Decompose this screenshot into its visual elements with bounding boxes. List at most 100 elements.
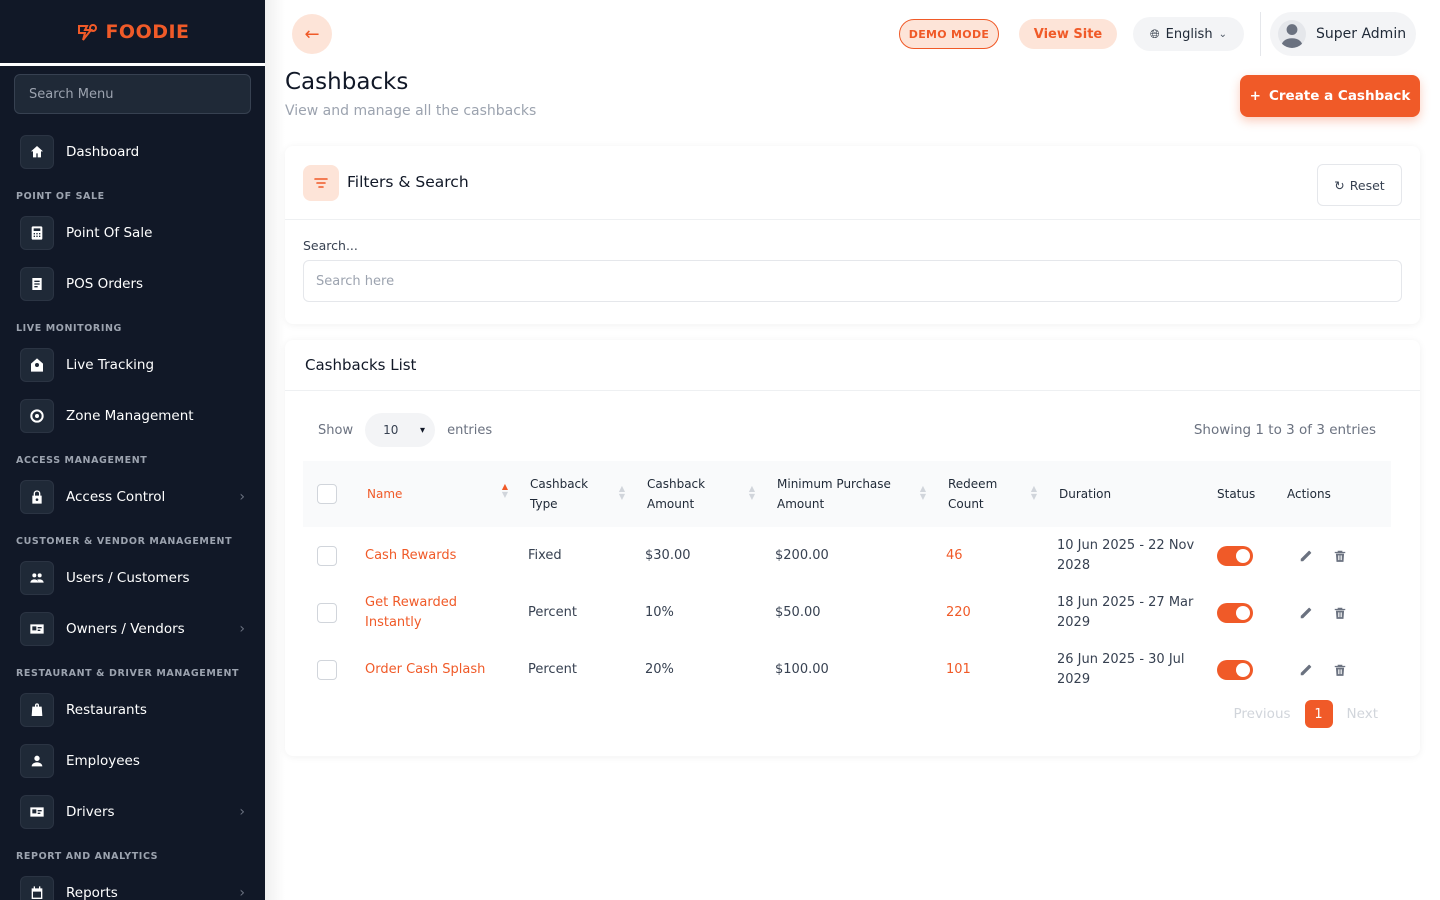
- sidebar-item-label: Restaurants: [66, 701, 147, 718]
- edit-icon[interactable]: [1299, 663, 1313, 677]
- select-all-checkbox[interactable]: [317, 484, 337, 504]
- target-icon: [20, 398, 54, 433]
- pagination: Previous 1 Next: [1233, 700, 1378, 728]
- entries-label: entries: [447, 422, 493, 438]
- create-cashback-button[interactable]: + Create a Cashback: [1240, 75, 1420, 117]
- row-checkbox[interactable]: [317, 602, 337, 623]
- demo-mode-badge[interactable]: DEMO MODE: [899, 19, 999, 49]
- location-home-icon: [20, 347, 54, 382]
- users-icon: [20, 560, 54, 595]
- chevron-right-icon: ›: [239, 620, 245, 637]
- lock-icon: [20, 479, 54, 514]
- reset-label: Reset: [1349, 177, 1385, 193]
- column-header-actions: Actions: [1287, 461, 1391, 527]
- row-select-cell: [303, 584, 352, 641]
- brand-logo[interactable]: FOODIE: [75, 20, 189, 44]
- reset-button[interactable]: ↻ Reset: [1317, 164, 1402, 206]
- back-button[interactable]: ←: [292, 14, 332, 54]
- previous-page-button[interactable]: Previous: [1233, 706, 1290, 722]
- row-checkbox[interactable]: [317, 659, 337, 680]
- sidebar-item-access-control[interactable]: Access Control ›: [0, 471, 265, 522]
- status-toggle[interactable]: [1217, 545, 1253, 566]
- min-purchase: $100.00: [775, 661, 829, 677]
- duration: 10 Jun 2025 - 22 Nov 2028: [1057, 537, 1195, 573]
- column-header-name[interactable]: Name ▲ ▼: [352, 461, 514, 527]
- row-checkbox[interactable]: [317, 545, 337, 566]
- sidebar-item-label: POS Orders: [66, 275, 144, 292]
- cashback-type: Percent: [528, 604, 577, 620]
- cashback-name[interactable]: Cash Rewards: [352, 527, 514, 584]
- column-header-type[interactable]: Cashback Type ▲ ▼: [514, 461, 631, 527]
- row-select-cell: [303, 527, 352, 584]
- cashback-amount: 20%: [645, 661, 674, 677]
- sidebar: FOODIE Search Menu Dashboard POINT OF SA…: [0, 0, 265, 900]
- next-page-button[interactable]: Next: [1347, 706, 1378, 722]
- chevron-right-icon: ›: [239, 488, 245, 505]
- sidebar-search-input[interactable]: Search Menu: [14, 74, 251, 114]
- chevron-right-icon: ›: [239, 884, 245, 900]
- table-row: Get Rewarded Instantly Percent 10% $50.0…: [303, 584, 1391, 641]
- page-number-button[interactable]: 1: [1304, 700, 1333, 728]
- status-toggle[interactable]: [1217, 602, 1253, 623]
- refresh-icon: ↻: [1334, 177, 1345, 193]
- sidebar-item-point-of-sale[interactable]: Point Of Sale: [0, 207, 265, 258]
- chevron-right-icon: ›: [239, 803, 245, 820]
- sidebar-section-customer: CUSTOMER & VENDOR MANAGEMENT: [16, 535, 233, 547]
- status-cell: [1217, 584, 1287, 641]
- shopping-bag-icon: [20, 692, 54, 727]
- delete-icon[interactable]: [1333, 606, 1347, 620]
- cashback-name[interactable]: Order Cash Splash: [352, 641, 514, 698]
- delete-icon[interactable]: [1333, 549, 1347, 563]
- calendar-icon: [20, 875, 54, 900]
- sidebar-section-pos: POINT OF SALE: [16, 190, 105, 202]
- logo-area: FOODIE: [0, 0, 265, 66]
- sidebar-item-drivers[interactable]: Drivers ›: [0, 786, 265, 837]
- search-input[interactable]: Search here: [303, 260, 1402, 302]
- sidebar-item-restaurants[interactable]: Restaurants: [0, 684, 265, 735]
- cashback-name[interactable]: Get Rewarded Instantly: [352, 584, 514, 641]
- sidebar-nav: Dashboard POINT OF SALE Point Of Sale PO…: [0, 126, 265, 900]
- sidebar-section-report: REPORT AND ANALYTICS: [16, 850, 159, 862]
- row-select-cell: [303, 641, 352, 698]
- cashback-type: Percent: [528, 661, 577, 677]
- sidebar-item-users-customers[interactable]: Users / Customers: [0, 552, 265, 603]
- edit-icon[interactable]: [1299, 606, 1313, 620]
- user-name: Super Admin: [1316, 26, 1407, 42]
- sidebar-item-zone-management[interactable]: Zone Management: [0, 390, 265, 441]
- sidebar-item-reports[interactable]: Reports ›: [0, 867, 265, 900]
- column-duration-label: Duration: [1059, 487, 1112, 501]
- sidebar-item-dashboard[interactable]: Dashboard: [0, 126, 265, 177]
- show-label: Show: [318, 422, 354, 438]
- sort-icon: ▲ ▼: [1030, 484, 1037, 501]
- sidebar-item-employees[interactable]: Employees: [0, 735, 265, 786]
- view-site-button[interactable]: View Site: [1019, 19, 1117, 49]
- search-placeholder: Search here: [316, 273, 395, 289]
- language-selector[interactable]: 🌐︎ English ⌄: [1133, 17, 1244, 51]
- column-redeem-label: Redeem Count: [948, 477, 998, 511]
- sidebar-item-label: Users / Customers: [66, 569, 190, 586]
- page-size-value: 10: [383, 423, 399, 437]
- sidebar-item-label: Employees: [66, 752, 140, 769]
- edit-icon[interactable]: [1299, 549, 1313, 563]
- sidebar-item-pos-orders[interactable]: POS Orders: [0, 258, 265, 309]
- sidebar-item-live-tracking[interactable]: Live Tracking: [0, 339, 265, 390]
- status-cell: [1217, 527, 1287, 584]
- actions-cell: [1287, 641, 1391, 698]
- column-actions-label: Actions: [1287, 487, 1331, 501]
- table-header-row: Name ▲ ▼ Cashback Type ▲ ▼ Cashback Amount ▲ ▼…: [303, 461, 1391, 527]
- sidebar-item-owners-vendors[interactable]: Owners / Vendors ›: [0, 603, 265, 654]
- sort-icon: ▲ ▼: [618, 484, 625, 501]
- column-header-amount[interactable]: Cashback Amount ▲ ▼: [631, 461, 761, 527]
- column-header-redeem[interactable]: Redeem Count ▲ ▼: [932, 461, 1043, 527]
- user-menu[interactable]: Super Admin: [1270, 12, 1416, 56]
- column-header-min-purchase[interactable]: Minimum Purchase Amount ▲ ▼: [761, 461, 932, 527]
- sidebar-search-placeholder: Search Menu: [29, 86, 114, 102]
- status-toggle[interactable]: [1217, 659, 1253, 680]
- page-size-select[interactable]: 10 ▾: [365, 413, 436, 447]
- filters-card: Filters & Search ↻ Reset Search... Searc…: [285, 146, 1420, 324]
- delete-icon[interactable]: [1333, 663, 1347, 677]
- create-cashback-label: Create a Cashback: [1268, 88, 1411, 104]
- min-purchase: $50.00: [775, 604, 821, 620]
- sidebar-item-label: Point Of Sale: [66, 224, 153, 241]
- cashback-amount: 10%: [645, 604, 674, 620]
